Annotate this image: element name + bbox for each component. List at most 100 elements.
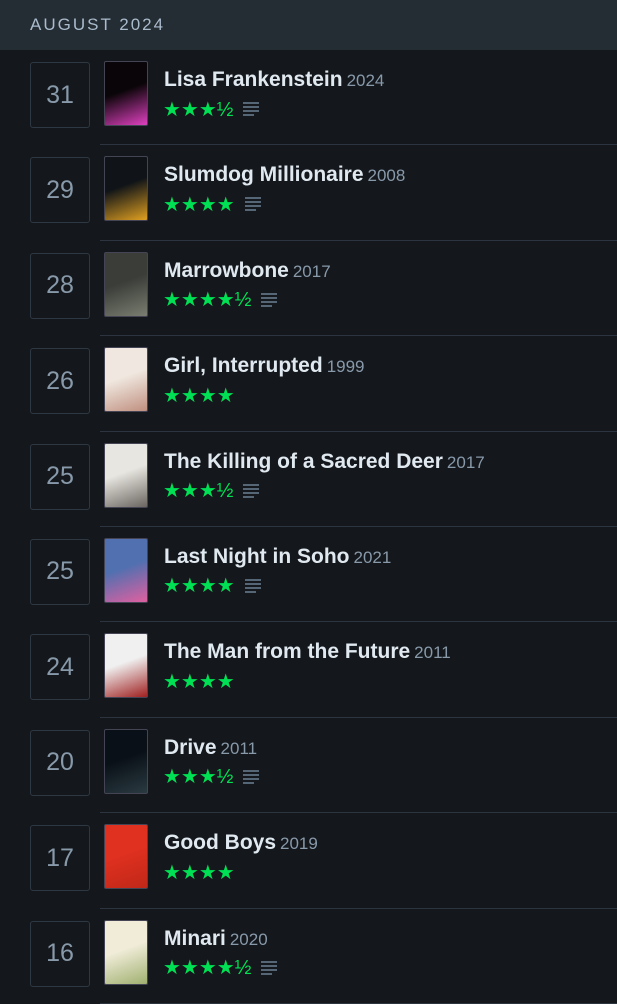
review-text-icon[interactable] [261, 292, 278, 307]
star-rating: ★★★★ [163, 575, 235, 598]
rating-line: ★★★½ [163, 97, 260, 121]
film-title[interactable]: Last Night in Soho [164, 545, 349, 568]
star-rating: ★★★★ [163, 861, 235, 884]
day-number: 25 [46, 557, 74, 586]
rating-line: ★★★★ [163, 669, 235, 693]
star-rating: ★★★★½ [163, 957, 252, 980]
diary-entry-row[interactable]: 24 The Man from the Future 2011 ★★★★ [0, 622, 617, 718]
rating-line: ★★★★ [163, 860, 235, 884]
star-rating: ★★★★ [163, 193, 235, 216]
rating-line: ★★★★ [163, 383, 235, 407]
review-text-icon[interactable] [261, 960, 278, 975]
day-number: 16 [46, 939, 74, 968]
day-badge[interactable]: 17 [30, 825, 90, 892]
film-title[interactable]: The Man from the Future [164, 640, 410, 663]
day-badge[interactable]: 31 [30, 62, 90, 128]
diary-entry-row[interactable]: 31 Lisa Frankenstein 2024 ★★★½ [0, 50, 617, 146]
film-year[interactable]: 2021 [353, 548, 391, 567]
month-header: AUGUST 2024 [0, 0, 617, 50]
rating-line: ★★★★½ [163, 956, 278, 980]
rating-line: ★★★½ [163, 479, 260, 503]
star-rating: ★★★★ [163, 670, 235, 693]
film-title[interactable]: Girl, Interrupted [164, 354, 323, 377]
film-poster[interactable] [104, 251, 148, 317]
day-badge[interactable]: 25 [30, 538, 90, 605]
film-title-line: Minari 2020 [164, 927, 268, 951]
film-title-line: Lisa Frankenstein 2024 [164, 68, 384, 92]
star-rating: ★★★★ [163, 384, 235, 407]
film-poster[interactable] [104, 633, 148, 699]
diary-list: 31 Lisa Frankenstein 2024 ★★★½ 29 Slumdog… [0, 50, 617, 1004]
day-badge[interactable]: 16 [30, 920, 90, 987]
day-badge[interactable]: 29 [30, 157, 90, 224]
day-number: 24 [46, 652, 74, 681]
film-title-line: Girl, Interrupted 1999 [164, 354, 365, 378]
diary-entry-row[interactable]: 17 Good Boys 2019 ★★★★ [0, 813, 617, 909]
film-year[interactable]: 2024 [347, 71, 385, 90]
month-label: AUGUST 2024 [30, 15, 166, 34]
film-title-line: The Killing of a Sacred Deer 2017 [164, 450, 485, 474]
review-text-icon[interactable] [243, 102, 260, 116]
film-year[interactable]: 1999 [327, 357, 365, 376]
rating-line: ★★★★ [163, 192, 261, 216]
day-number: 28 [46, 271, 74, 300]
film-title[interactable]: Drive [164, 736, 217, 759]
day-badge[interactable]: 26 [30, 348, 90, 415]
rating-line: ★★★★½ [163, 288, 278, 312]
diary-entry-row[interactable]: 26 Girl, Interrupted 1999 ★★★★ [0, 336, 617, 432]
day-badge[interactable]: 20 [30, 729, 90, 796]
day-number: 17 [46, 843, 74, 872]
diary-entry-row[interactable]: 25 Last Night in Soho 2021 ★★★★ [0, 527, 617, 623]
film-title[interactable]: The Killing of a Sacred Deer [164, 450, 443, 473]
film-year[interactable]: 2019 [280, 834, 318, 853]
day-number: 29 [46, 175, 74, 204]
film-title[interactable]: Slumdog Millionaire [164, 163, 364, 186]
day-number: 25 [46, 462, 74, 491]
film-year[interactable]: 2011 [414, 643, 451, 662]
film-title-line: Slumdog Millionaire 2008 [164, 163, 405, 187]
film-poster[interactable] [104, 156, 148, 222]
day-number: 31 [46, 80, 74, 109]
rating-line: ★★★★ [163, 574, 261, 598]
film-year[interactable]: 2017 [447, 453, 485, 472]
film-poster[interactable] [104, 347, 148, 413]
film-title-line: Last Night in Soho 2021 [164, 545, 391, 569]
diary-entry-row[interactable]: 20 Drive 2011 ★★★½ [0, 718, 617, 814]
film-title-line: Drive 2011 [164, 736, 257, 760]
diary-entry-row[interactable]: 28 Marrowbone 2017 ★★★★½ [0, 241, 617, 337]
day-badge[interactable]: 28 [30, 252, 90, 319]
film-year[interactable]: 2020 [230, 930, 268, 949]
day-badge[interactable]: 24 [30, 634, 90, 701]
star-rating: ★★★½ [163, 98, 234, 121]
film-title-line: Good Boys 2019 [164, 831, 318, 855]
review-text-icon[interactable] [243, 769, 260, 784]
review-text-icon[interactable] [243, 483, 260, 498]
film-title[interactable]: Lisa Frankenstein [164, 68, 343, 91]
day-number: 26 [46, 366, 74, 395]
film-poster[interactable] [104, 537, 148, 603]
star-rating: ★★★★½ [163, 289, 252, 312]
diary-entry-row[interactable]: 25 The Killing of a Sacred Deer 2017 ★★★½ [0, 432, 617, 527]
review-text-icon[interactable] [244, 197, 261, 212]
film-title[interactable]: Marrowbone [164, 259, 289, 282]
day-badge[interactable]: 25 [30, 443, 90, 510]
film-year[interactable]: 2017 [293, 262, 331, 281]
rating-line: ★★★½ [163, 765, 260, 789]
film-poster[interactable] [104, 442, 148, 508]
film-title-line: Marrowbone 2017 [164, 259, 331, 283]
film-title-line: The Man from the Future 2011 [164, 640, 451, 664]
star-rating: ★★★½ [163, 766, 234, 789]
day-number: 20 [46, 748, 74, 777]
diary-entry-row[interactable]: 16 Minari 2020 ★★★★½ [0, 909, 617, 1004]
review-text-icon[interactable] [244, 578, 261, 593]
film-year[interactable]: 2011 [221, 739, 258, 758]
film-poster[interactable] [104, 824, 148, 890]
film-year[interactable]: 2008 [368, 166, 406, 185]
star-rating: ★★★½ [163, 480, 234, 503]
film-poster[interactable] [104, 728, 148, 794]
film-title[interactable]: Good Boys [164, 831, 276, 854]
film-poster[interactable] [104, 919, 148, 985]
film-poster[interactable] [104, 61, 148, 126]
diary-entry-row[interactable]: 29 Slumdog Millionaire 2008 ★★★★ [0, 145, 617, 241]
film-title[interactable]: Minari [164, 927, 226, 950]
